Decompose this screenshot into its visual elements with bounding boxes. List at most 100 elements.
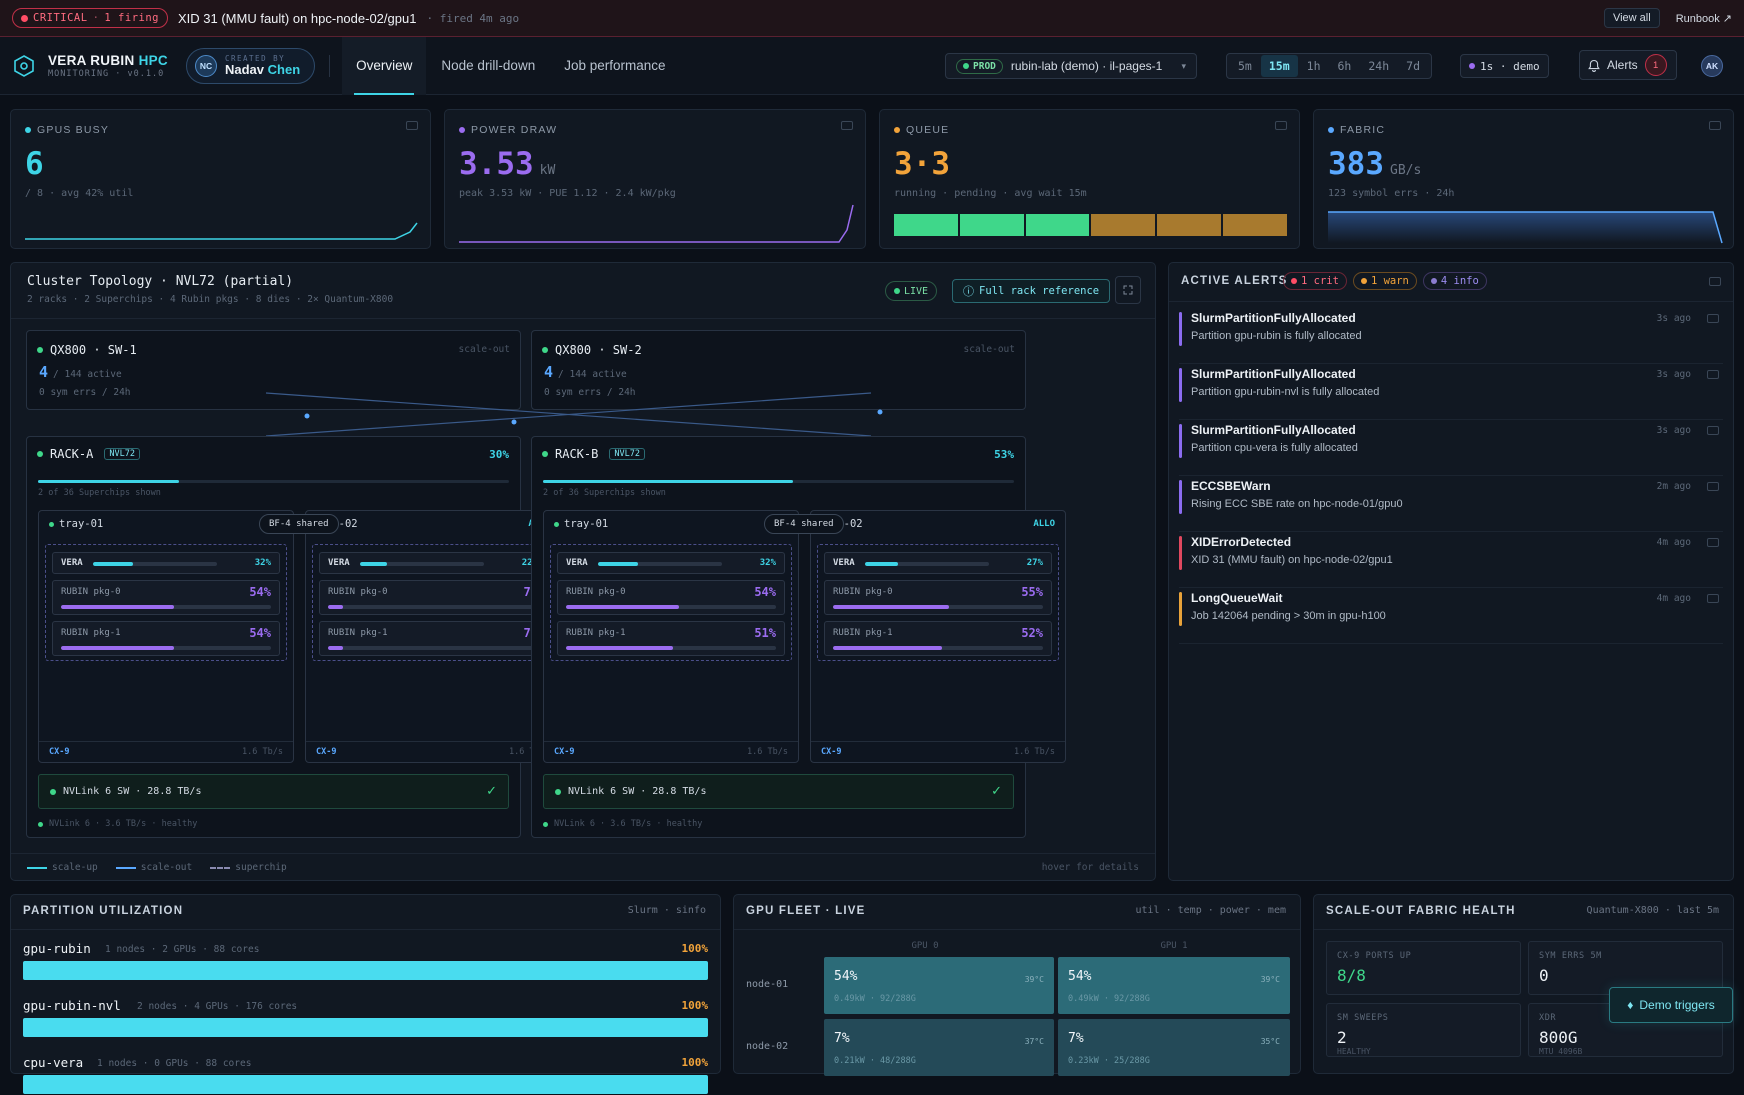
rubin-pkg0[interactable]: RUBIN pkg-0 54% [557, 580, 785, 615]
vera-cpu[interactable]: VERA 27% [824, 552, 1052, 574]
rubin-pkg0[interactable]: RUBIN pkg-0 54% [52, 580, 280, 615]
range-6h[interactable]: 6h [1330, 55, 1360, 77]
bluefield-shared-badge[interactable]: BF-4 shared [764, 514, 844, 534]
refresh-rate-control[interactable]: 1s · demo [1460, 54, 1549, 78]
vera-util: 32% [759, 558, 776, 568]
partition-row[interactable]: cpu-vera 1 nodes · 0 GPUs · 88 cores 100% [23, 1055, 708, 1095]
checkmark-icon: ✓ [991, 783, 1002, 798]
tray-1[interactable]: tray-01 VERA 32% RUBIN pkg-0 54% RUBIN pkg-1 5… [38, 510, 294, 763]
alert-name: SlurmPartitionFullyAllocated [1191, 367, 1356, 381]
partition-pct: 100% [681, 999, 709, 1012]
bluefield-shared-badge[interactable]: BF-4 shared [259, 514, 339, 534]
alert-menu-icon[interactable] [1707, 426, 1719, 435]
alert-menu-icon[interactable] [1707, 594, 1719, 603]
alert-menu-icon[interactable] [1707, 538, 1719, 547]
tab-job-performance[interactable]: Job performance [550, 58, 679, 73]
panel-menu-icon[interactable] [406, 121, 418, 130]
alert-description: Rising ECC SBE rate on hpc-node-01/gpu0 [1191, 498, 1403, 510]
range-24h[interactable]: 24h [1360, 55, 1397, 77]
status-dot-icon [38, 821, 43, 827]
vera-bar [93, 562, 217, 566]
fabric-tile-label: XDR [1539, 1013, 1557, 1023]
panel-menu-icon[interactable] [1275, 121, 1287, 130]
alert-time: 2m ago [1656, 481, 1691, 492]
runbook-link[interactable]: Runbook ↗ [1676, 12, 1732, 25]
tray-2[interactable]: ay-02 ALLO VERA 27% RUBIN pkg-0 55% RUBIN pkg-… [810, 510, 1066, 763]
alert-menu-icon[interactable] [1707, 370, 1719, 379]
nvlink-switch[interactable]: NVLink 6 SW · 28.8 TB/s ✓ [543, 774, 1014, 809]
alerts-button[interactable]: Alerts 1 [1579, 50, 1677, 80]
panel-menu-icon[interactable] [1709, 121, 1721, 130]
demo-triggers-button[interactable]: ♦ Demo triggers [1609, 987, 1733, 1023]
vera-cpu[interactable]: VERA 32% [557, 552, 785, 574]
pkg0-bar [566, 605, 776, 609]
panel-menu-icon[interactable] [1709, 277, 1721, 286]
rack-b[interactable]: RACK-B NVL72 53% 2 of 36 Superchips shown tr… [531, 436, 1066, 838]
environment-select[interactable]: PROD rubin-lab (demo) · il-pages-1 ▾ [945, 53, 1197, 79]
fabric-health-panel: SCALE-OUT FABRIC HEALTH Quantum-X800 · l… [1313, 894, 1734, 1074]
alert-menu-icon[interactable] [1707, 314, 1719, 323]
range-5m[interactable]: 5m [1230, 55, 1260, 77]
status-dot-icon [543, 821, 548, 827]
gpu-cell[interactable]: 7% 37°C 0.21kW · 48/288G [824, 1019, 1054, 1076]
alert-description: XID 31 (MMU fault) on hpc-node-02/gpu1 [1191, 554, 1393, 566]
alert-item[interactable]: LongQueueWait Job 142064 pending > 30m in… [1179, 588, 1723, 644]
vera-label: VERA [566, 558, 588, 568]
rubin-pkg1[interactable]: RUBIN pkg-17% [319, 621, 547, 656]
alert-menu-icon[interactable] [1707, 482, 1719, 491]
nic-label: CX-9 [554, 747, 575, 757]
gpu-cell[interactable]: 54% 39°C 0.49kW · 92/288G [1058, 957, 1290, 1014]
vera-util: 32% [254, 558, 271, 568]
fabric-tile: SM SWEEPS 2 HEALTHY [1326, 1003, 1521, 1057]
queue-label: QUEUE [906, 124, 950, 136]
fleet-node-label: node-01 [746, 979, 789, 990]
rubin-pkg1[interactable]: RUBIN pkg-1 51% [557, 621, 785, 656]
switch-active: 4 / 144 active [544, 363, 627, 381]
pkg1-label: RUBIN pkg-1 [328, 628, 388, 638]
view-all-button[interactable]: View all [1603, 8, 1660, 28]
alert-item[interactable]: XIDErrorDetected XID 31 (MMU fault) on hp… [1179, 532, 1723, 588]
range-1h[interactable]: 1h [1299, 55, 1329, 77]
gpu-detail: 0.49kW · 92/288G [834, 994, 916, 1004]
rubin-pkg1[interactable]: RUBIN pkg-1 54% [52, 621, 280, 656]
nvlink-switch[interactable]: NVLink 6 SW · 28.8 TB/s ✓ [38, 774, 509, 809]
power-draw-subtitle: peak 3.53 kW · PUE 1.12 · 2.4 kW/pkg [459, 188, 676, 199]
pkg0-label: RUBIN pkg-0 [833, 587, 893, 597]
range-15m[interactable]: 15m [1260, 55, 1298, 77]
tab-overview[interactable]: Overview [342, 36, 427, 95]
user-avatar[interactable]: AK [1701, 55, 1723, 77]
kpi-power-draw: POWER DRAW 3.53 kW peak 3.53 kW · PUE 1.1… [444, 109, 866, 249]
vera-cpu[interactable]: VERA 22% [319, 552, 547, 574]
expand-icon[interactable] [1115, 276, 1141, 304]
alert-item[interactable]: SlurmPartitionFullyAllocated Partition cp… [1179, 420, 1723, 476]
panel-menu-icon[interactable] [841, 121, 853, 130]
gpu-cell[interactable]: 7% 35°C 0.23kW · 25/288G [1058, 1019, 1290, 1076]
tray-2[interactable]: ay-02ALLOVERA22%RUBIN pkg-07%RUBIN pkg-1… [305, 510, 561, 763]
alert-name: SlurmPartitionFullyAllocated [1191, 423, 1356, 437]
alert-item[interactable]: SlurmPartitionFullyAllocated Partition gp… [1179, 308, 1723, 364]
nvlink-label: NVLink 6 SW · 28.8 TB/s [568, 786, 707, 797]
gpu-cell[interactable]: 54% 39°C 0.49kW · 92/288G [824, 957, 1054, 1014]
rubin-pkg1[interactable]: RUBIN pkg-1 52% [824, 621, 1052, 656]
rack-a[interactable]: RACK-A NVL72 30% 2 of 36 Superchips shown tr… [26, 436, 561, 838]
rubin-pkg0[interactable]: RUBIN pkg-07% [319, 580, 547, 615]
tray-1[interactable]: tray-01 VERA 32% RUBIN pkg-0 54% RUBIN pkg-1 5… [543, 510, 799, 763]
full-rack-reference-button[interactable]: ⓘ Full rack reference [952, 279, 1111, 303]
vera-bar [865, 562, 989, 566]
vera-cpu[interactable]: VERA 32% [52, 552, 280, 574]
fleet-col-gpu1: GPU 1 [1160, 941, 1188, 951]
gpu-fleet-title: GPU FLEET · LIVE [746, 905, 866, 917]
alert-description: Partition cpu-vera is fully allocated [1191, 442, 1358, 454]
alert-item[interactable]: ECCSBEWarn Rising ECC SBE rate on hpc-nod… [1179, 476, 1723, 532]
tab-node-drill-down[interactable]: Node drill-down [426, 58, 550, 73]
alert-item[interactable]: SlurmPartitionFullyAllocated Partition gp… [1179, 364, 1723, 420]
gpu-temp: 39°C [1024, 975, 1044, 984]
allocation-tag: ALLO [1033, 519, 1055, 529]
partition-row[interactable]: gpu-rubin-nvl 2 nodes · 4 GPUs · 176 core… [23, 998, 708, 1038]
alerts-label: Alerts [1607, 58, 1638, 72]
scale-out-links [265, 392, 883, 437]
range-7d[interactable]: 7d [1398, 55, 1428, 77]
rack-header: RACK-A NVL72 [37, 447, 140, 461]
rubin-pkg0[interactable]: RUBIN pkg-0 55% [824, 580, 1052, 615]
partition-row[interactable]: gpu-rubin 1 nodes · 2 GPUs · 88 cores 100% [23, 941, 708, 981]
